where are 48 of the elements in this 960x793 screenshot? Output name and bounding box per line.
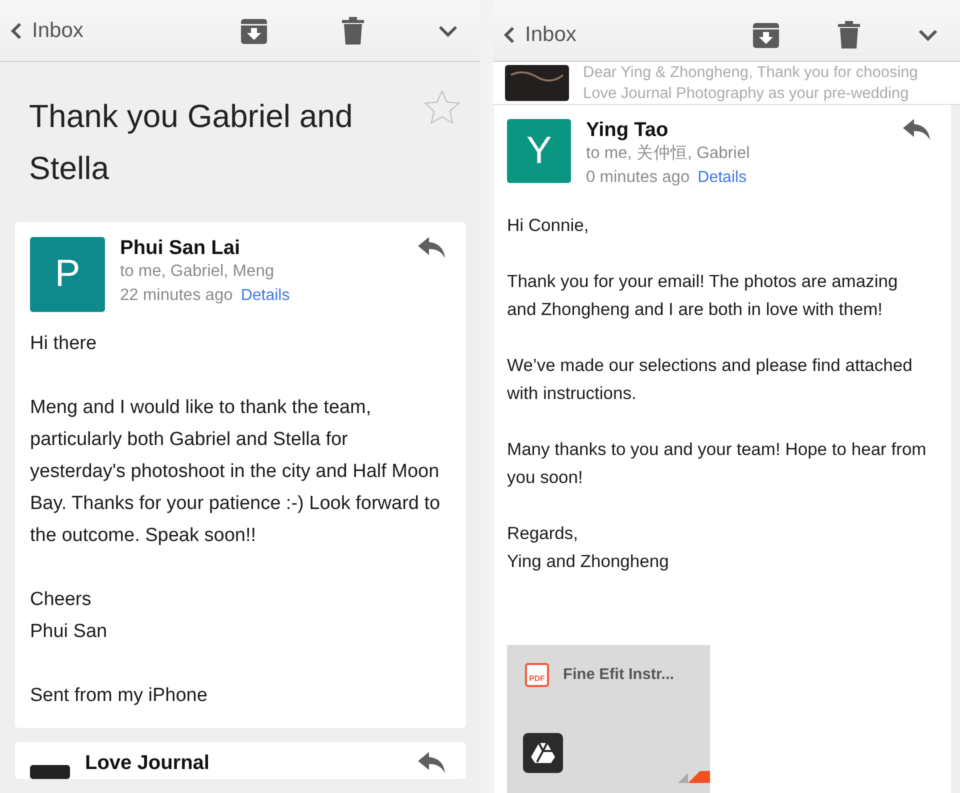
archive-button[interactable] xyxy=(240,16,268,44)
details-link[interactable]: Details xyxy=(698,169,747,186)
back-link[interactable]: Inbox xyxy=(10,18,84,42)
timestamp: 0 minutes ago xyxy=(586,168,690,186)
more-button[interactable] xyxy=(438,24,458,36)
archive-icon xyxy=(240,16,268,44)
delete-button[interactable] xyxy=(342,16,364,44)
page-fold-icon xyxy=(678,771,710,783)
sender-name: Phui San Lai xyxy=(120,237,242,259)
body-paragraph: Cheers Phui San xyxy=(30,588,108,644)
trash-icon xyxy=(838,20,860,48)
body-paragraph: We’ve made our selections and please find attached with instructions. xyxy=(507,354,914,405)
body-paragraph: Hi Connie, xyxy=(507,214,590,237)
avatar: Y xyxy=(507,119,571,183)
recipients: to me, Gabriel, Meng xyxy=(120,261,276,282)
body-paragraph: Thank you for your email! The photos are amazing and Zhongheng and I are both in love with them! xyxy=(507,270,899,321)
pdf-icon: PDF xyxy=(525,663,549,687)
logo-icon xyxy=(30,765,70,779)
chevron-left-icon xyxy=(10,22,22,40)
trash-icon xyxy=(342,16,364,44)
more-button[interactable] xyxy=(918,28,938,40)
sender-name: Ying Tao xyxy=(586,119,670,141)
chevron-down-icon xyxy=(918,28,938,40)
body-paragraph: Sent from my iPhone xyxy=(30,684,208,708)
reply-icon[interactable] xyxy=(418,752,446,774)
star-icon[interactable] xyxy=(424,90,460,124)
timestamp: 22 minutes ago xyxy=(120,286,233,304)
delete-button[interactable] xyxy=(838,20,860,48)
sender-name: Love Journal xyxy=(85,752,210,774)
chevron-left-icon xyxy=(503,26,515,44)
reply-icon[interactable] xyxy=(903,119,931,141)
archive-icon xyxy=(752,20,780,48)
body-paragraph: Hi there xyxy=(30,332,98,356)
chevron-down-icon xyxy=(438,24,458,36)
body-paragraph: Many thanks to you and your team! Hope to hear from you soon! xyxy=(507,438,928,489)
attachment-name: Fine Efit Instr... xyxy=(563,666,674,684)
archive-button[interactable] xyxy=(752,20,780,48)
email-subject: Thank you Gabriel and Stella xyxy=(29,97,354,188)
body-paragraph: Meng and I would like to thank the team, particularly both Gabriel and Stella for yesterday's photoshoot in the city and Half Moon Bay. Thanks for your patience :-) Look forward to the outcome. Speak soon!! xyxy=(30,396,442,548)
details-link[interactable]: Details xyxy=(240,287,290,304)
recipients: to me, 关仲恒, Gabriel xyxy=(586,143,751,164)
drive-icon[interactable] xyxy=(523,733,563,773)
avatar: P xyxy=(30,237,105,312)
attachment-card[interactable]: PDF Fine Efit Instr... xyxy=(507,645,710,793)
message-snippet: Dear Ying & Zhongheng, Thank you for choosing Love Journal Photography as your pre-wedding xyxy=(583,63,919,104)
reply-icon[interactable] xyxy=(418,237,446,259)
body-paragraph: Regards, Ying and Zhongheng xyxy=(507,522,670,573)
back-link[interactable]: Inbox xyxy=(503,22,576,46)
